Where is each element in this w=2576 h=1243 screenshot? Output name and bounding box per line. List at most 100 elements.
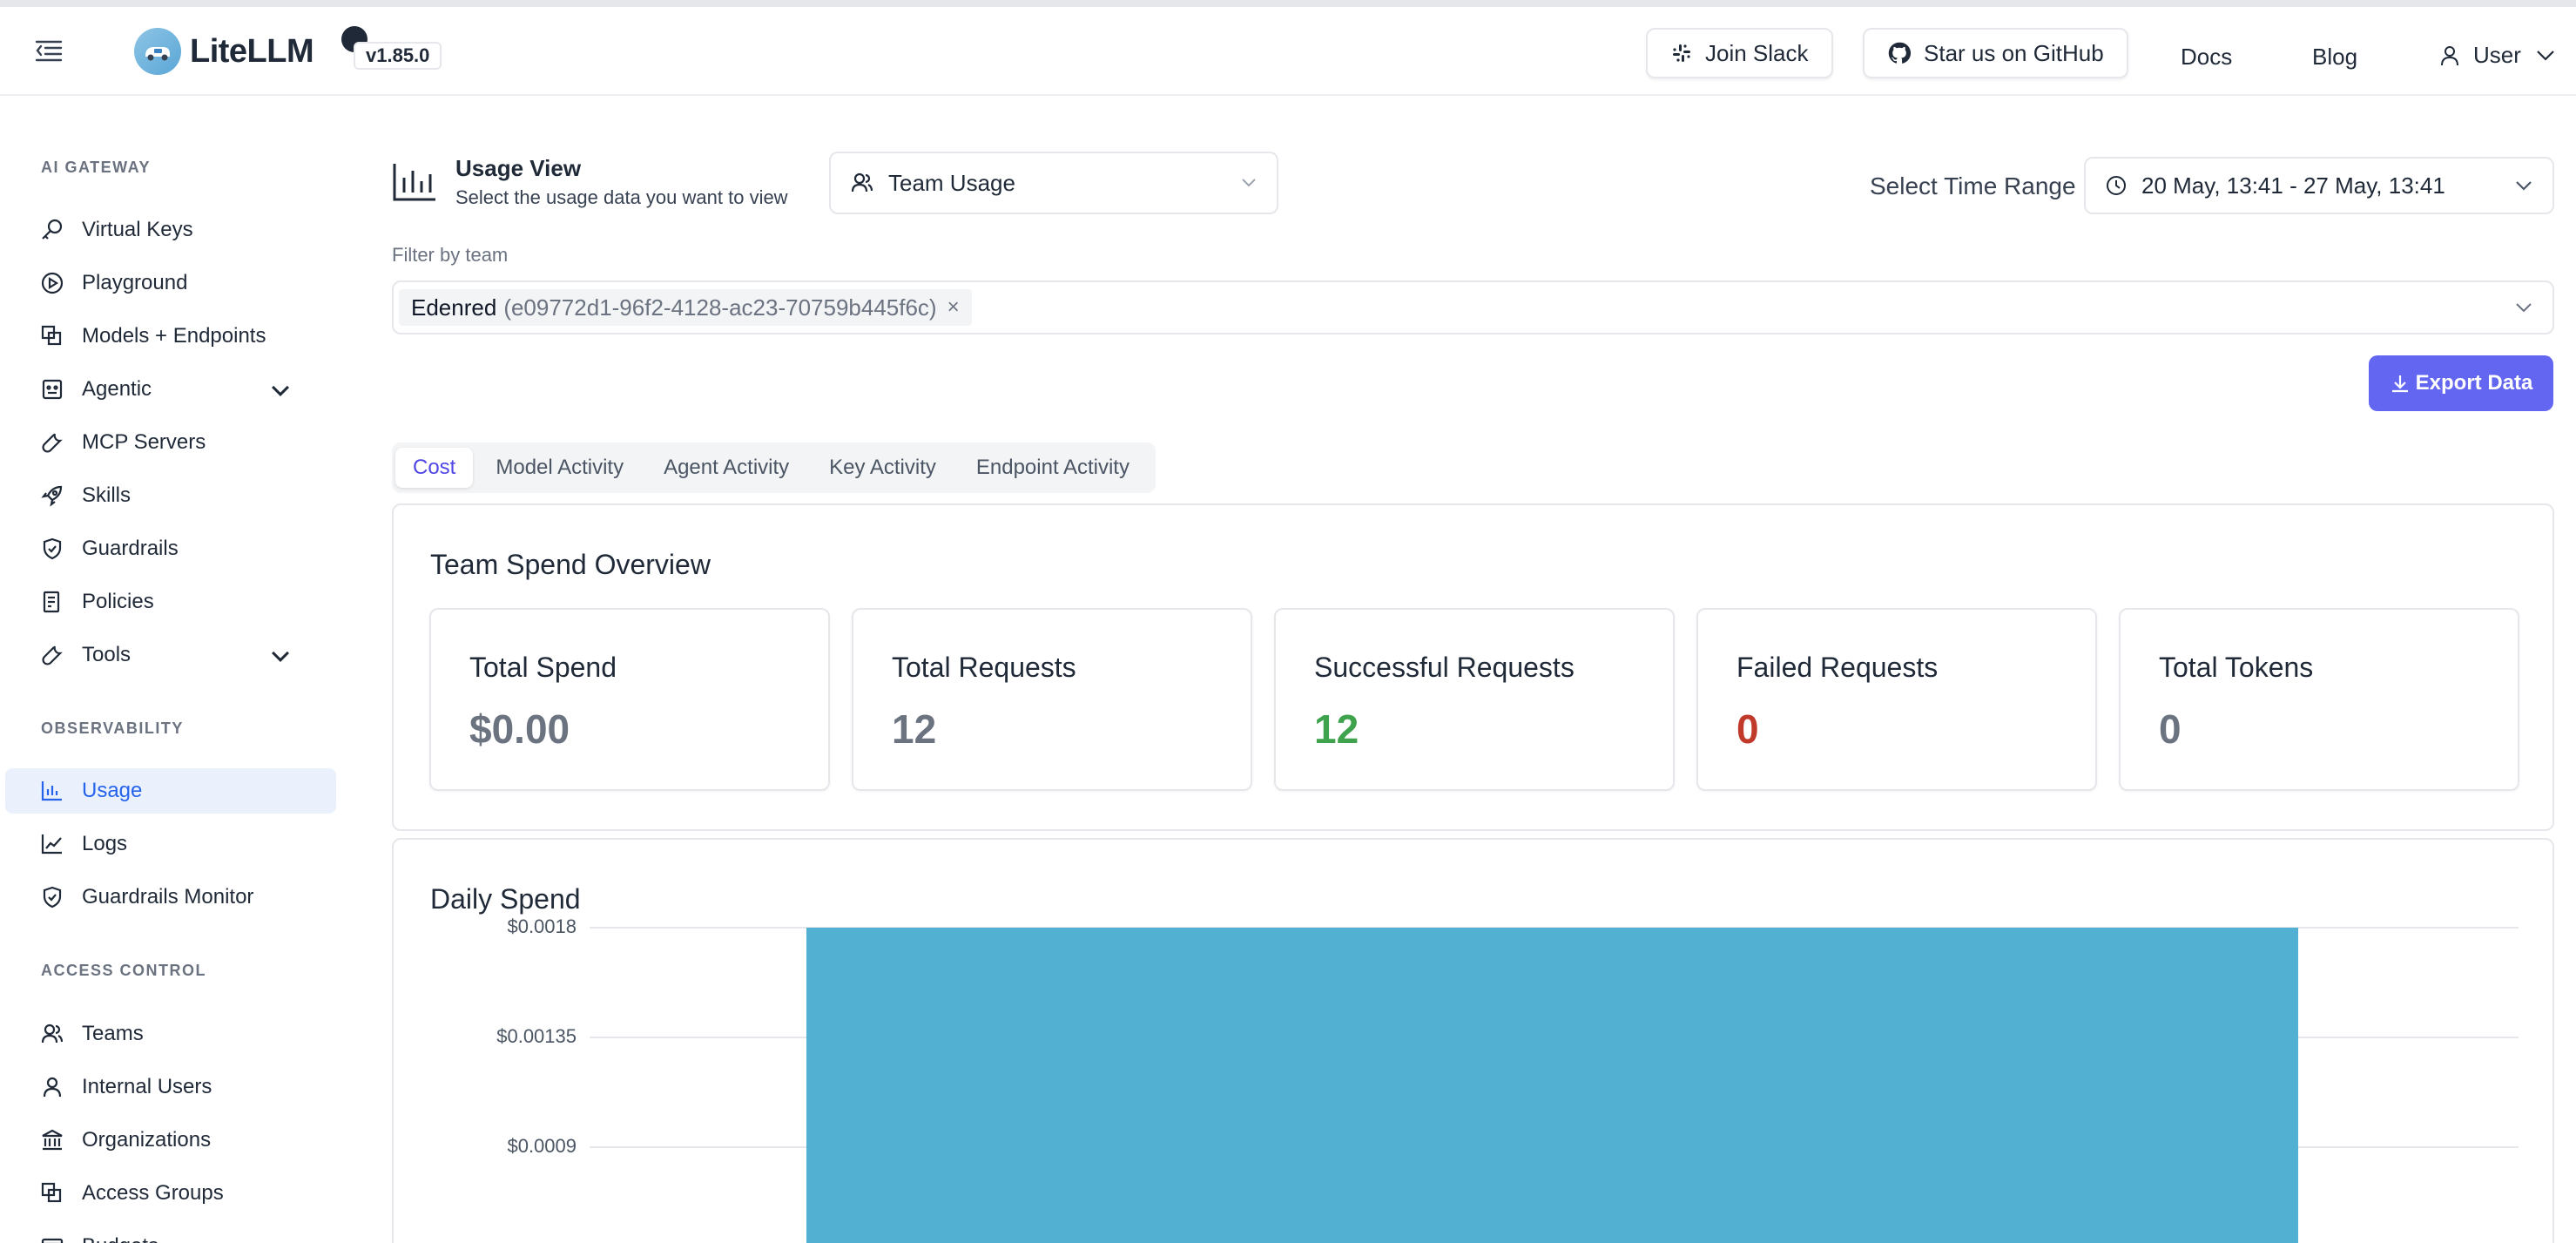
time-range-value: 20 May, 13:41 - 27 May, 13:41 xyxy=(2141,172,2445,199)
sidebar-item-skills[interactable]: Skills xyxy=(5,473,336,518)
sidebar-item-label: Budgets xyxy=(82,1234,158,1243)
section-title-ai-gateway: AI GATEWAY xyxy=(41,159,152,176)
tab-agent-activity[interactable]: Agent Activity xyxy=(646,448,806,488)
daily-spend-card: Daily Spend $0.0018 $0.00135 $0.0009 xyxy=(392,838,2554,1243)
join-slack-label: Join Slack xyxy=(1705,39,1809,66)
block-icon xyxy=(41,1182,62,1203)
play-circle-icon xyxy=(41,272,64,294)
star-github-button[interactable]: Star us on GitHub xyxy=(1863,28,2128,78)
sidebar-item-teams[interactable]: Teams xyxy=(5,1011,336,1057)
top-header: LiteLLM v1.85.0 Join Slack Star us on Gi… xyxy=(0,7,2576,96)
sidebar-item-models-endpoints[interactable]: Models + Endpoints xyxy=(5,314,336,359)
time-range-label: Select Time Range xyxy=(1870,172,2076,199)
sidebar-item-playground[interactable]: Playground xyxy=(5,260,336,306)
logo-icon xyxy=(134,28,181,75)
sidebar-item-label: Models + Endpoints xyxy=(82,324,266,348)
sidebar-item-guardrails[interactable]: Guardrails xyxy=(5,526,336,571)
sidebar-item-label: Guardrails Monitor xyxy=(82,885,254,909)
stat-label: Successful Requests xyxy=(1314,652,1575,683)
stat-label: Total Tokens xyxy=(2159,652,2314,683)
chevron-down-icon xyxy=(1242,179,1256,187)
docs-link[interactable]: Docs xyxy=(2181,44,2232,71)
chevron-down-icon xyxy=(272,385,289,396)
user-menu[interactable]: User xyxy=(2438,42,2556,69)
blog-link[interactable]: Blog xyxy=(2312,44,2357,71)
wallet-icon xyxy=(41,1238,64,1243)
team-icon xyxy=(41,1023,64,1044)
stat-value: 12 xyxy=(892,706,937,752)
export-data-button[interactable]: Export Data xyxy=(2369,355,2553,411)
stat-value: 0 xyxy=(2159,706,2182,752)
tool-icon xyxy=(42,645,63,665)
sidebar-item-organizations[interactable]: Organizations xyxy=(5,1118,336,1163)
stat-card-successful-requests: Successful Requests 12 xyxy=(1274,608,1675,791)
stat-value: $0.00 xyxy=(469,706,570,752)
sidebar-item-usage[interactable]: Usage xyxy=(5,768,336,814)
usage-view-select[interactable]: Team Usage xyxy=(829,152,1278,214)
export-data-label: Export Data xyxy=(2415,371,2533,395)
sidebar-item-label: Organizations xyxy=(82,1128,212,1152)
sidebar-item-access-groups[interactable]: Access Groups xyxy=(5,1171,336,1216)
sidebar-item-budgets[interactable]: Budgets xyxy=(5,1224,336,1243)
sidebar-item-label: Skills xyxy=(82,483,131,507)
overview-title: Team Spend Overview xyxy=(430,549,711,580)
star-github-label: Star us on GitHub xyxy=(1924,39,2104,66)
sidebar-item-internal-users[interactable]: Internal Users xyxy=(5,1064,336,1110)
sidebar-item-label: Agentic xyxy=(82,377,152,401)
tag-close-icon[interactable]: × xyxy=(947,295,960,320)
stat-value: 12 xyxy=(1314,706,1359,752)
sidebar-item-guardrails-monitor[interactable]: Guardrails Monitor xyxy=(5,875,336,920)
time-range-picker[interactable]: 20 May, 13:41 - 27 May, 13:41 xyxy=(2084,157,2554,214)
sidebar-item-label: MCP Servers xyxy=(82,430,206,454)
join-slack-button[interactable]: Join Slack xyxy=(1646,28,1833,78)
version-badge: v1.85.0 xyxy=(354,42,442,70)
bar-chart-icon xyxy=(392,162,437,206)
sidebar-item-virtual-keys[interactable]: Virtual Keys xyxy=(5,207,336,253)
y-tick-label: $0.0009 xyxy=(507,1135,577,1157)
sidebar: AI GATEWAY Virtual Keys Playground Model… xyxy=(0,98,348,1243)
robot-icon xyxy=(42,379,63,400)
stat-card-total-tokens: Total Tokens 0 xyxy=(2119,608,2519,791)
chevron-down-icon xyxy=(2516,303,2532,313)
tab-key-activity[interactable]: Key Activity xyxy=(812,448,954,488)
y-tick-label: $0.0018 xyxy=(507,915,577,937)
brand-logo[interactable]: LiteLLM xyxy=(134,28,314,75)
team-tag-name: Edenred xyxy=(411,294,497,321)
sidebar-item-label: Policies xyxy=(82,590,154,613)
usage-tabs: Cost Model Activity Agent Activity Key A… xyxy=(392,442,1156,493)
shield-check-icon xyxy=(43,537,62,560)
sidebar-item-label: Virtual Keys xyxy=(82,218,193,241)
stat-value: 0 xyxy=(1736,706,1759,752)
user-icon xyxy=(2441,45,2458,65)
key-icon xyxy=(42,219,63,240)
stat-label: Total Requests xyxy=(892,652,1076,683)
tool-icon xyxy=(42,433,63,453)
user-label: User xyxy=(2473,42,2521,68)
main-content: Usage View Select the usage data you wan… xyxy=(348,98,2576,1243)
sidebar-item-tools[interactable]: Tools xyxy=(5,632,336,678)
sidebar-item-policies[interactable]: Policies xyxy=(5,579,336,625)
github-icon xyxy=(1888,42,1912,64)
sidebar-item-label: Guardrails xyxy=(82,537,179,560)
y-tick-label: $0.00135 xyxy=(496,1025,577,1047)
team-icon xyxy=(851,172,873,193)
sidebar-item-agentic[interactable]: Agentic xyxy=(5,367,336,412)
audit-icon xyxy=(43,591,60,613)
tab-cost[interactable]: Cost xyxy=(395,448,474,488)
sidebar-item-mcp-servers[interactable]: MCP Servers xyxy=(5,420,336,465)
tab-endpoint-activity[interactable]: Endpoint Activity xyxy=(959,448,1147,488)
tab-model-activity[interactable]: Model Activity xyxy=(478,448,641,488)
stat-card-total-requests: Total Requests 12 xyxy=(852,608,1252,791)
chevron-down-icon xyxy=(272,651,289,662)
chart-bar[interactable] xyxy=(806,928,2298,1243)
download-icon xyxy=(2391,375,2408,393)
sidebar-item-label: Access Groups xyxy=(82,1181,224,1205)
section-title-observability: OBSERVABILITY xyxy=(41,719,184,737)
stat-card-failed-requests: Failed Requests 0 xyxy=(1696,608,2097,791)
shield-check-icon xyxy=(43,886,62,909)
sidebar-item-label: Tools xyxy=(82,643,131,666)
usage-view-selected: Team Usage xyxy=(888,169,1015,196)
menu-collapse-icon[interactable] xyxy=(35,38,73,77)
sidebar-item-logs[interactable]: Logs xyxy=(5,821,336,867)
usage-view-title: Usage View xyxy=(455,155,582,181)
